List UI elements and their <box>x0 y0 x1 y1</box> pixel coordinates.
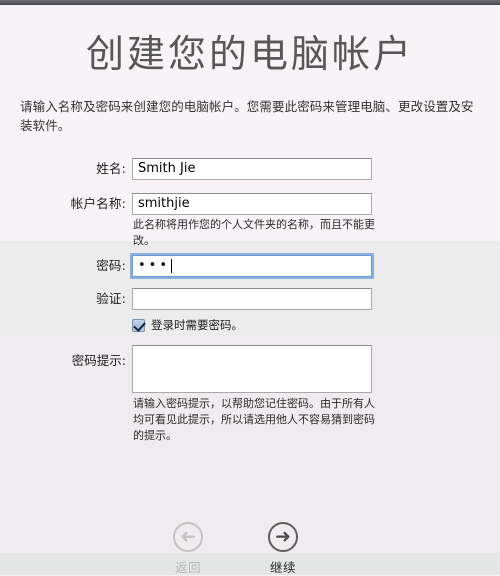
password-masked-value: ••• <box>138 258 171 273</box>
full-name-input[interactable]: Smith Jie <box>132 158 372 180</box>
arrow-right-glyph: ➜ <box>275 525 291 548</box>
form-row-password: 密码: ••• <box>0 253 500 279</box>
require-password-checkbox-row[interactable]: 登录时需要密码。 <box>132 316 243 334</box>
form-row-verify: 验证: <box>0 288 500 310</box>
continue-button[interactable]: ➜ 继续 <box>238 522 328 576</box>
password-hint-input[interactable] <box>132 345 372 393</box>
back-button[interactable]: ➜ 返回 <box>143 522 233 576</box>
account-name-input[interactable]: smithjie <box>132 193 372 215</box>
page-title: 创建您的电脑帐户 <box>85 32 414 76</box>
password-label: 密码: <box>96 258 126 273</box>
arrow-right-circle-icon: ➜ <box>268 522 298 552</box>
back-button-label: 返回 <box>174 560 201 575</box>
form-row-full-name: 姓名: Smith Jie <box>0 158 500 180</box>
setup-assistant-content: 创建您的电脑帐户 请输入名称及密码来创建您的电脑帐户。您需要此密码来管理电脑、更… <box>0 0 500 575</box>
form-row-account-name: 帐户名称: smithjie <box>0 193 500 215</box>
continue-button-label: 继续 <box>269 560 296 575</box>
account-name-label: 帐户名称: <box>70 196 126 211</box>
arrow-left-glyph: ➜ <box>180 525 196 548</box>
full-name-label: 姓名: <box>96 161 126 176</box>
verify-label: 验证: <box>96 291 126 306</box>
text-caret <box>171 258 173 273</box>
arrow-left-circle-icon: ➜ <box>173 522 203 552</box>
checkmark-icon[interactable] <box>132 318 145 332</box>
password-hint-helper-text: 请输入密码提示，以帮助您记住密码。由于所有人均可看见此提示，所以请选用他人不容易… <box>133 397 375 442</box>
password-input[interactable]: ••• <box>130 253 374 279</box>
intro-paragraph: 请输入名称及密码来创建您的电脑帐户。您需要此密码来管理电脑、更改设置及安装软件。 <box>20 99 474 133</box>
password-hint-label: 密码提示: <box>71 353 126 368</box>
account-name-helper-text: 此名称将用作您的个人文件夹的名称，而且不能更改。 <box>133 218 375 247</box>
require-password-checkbox-label: 登录时需要密码。 <box>151 318 243 332</box>
verify-input[interactable] <box>132 288 372 310</box>
